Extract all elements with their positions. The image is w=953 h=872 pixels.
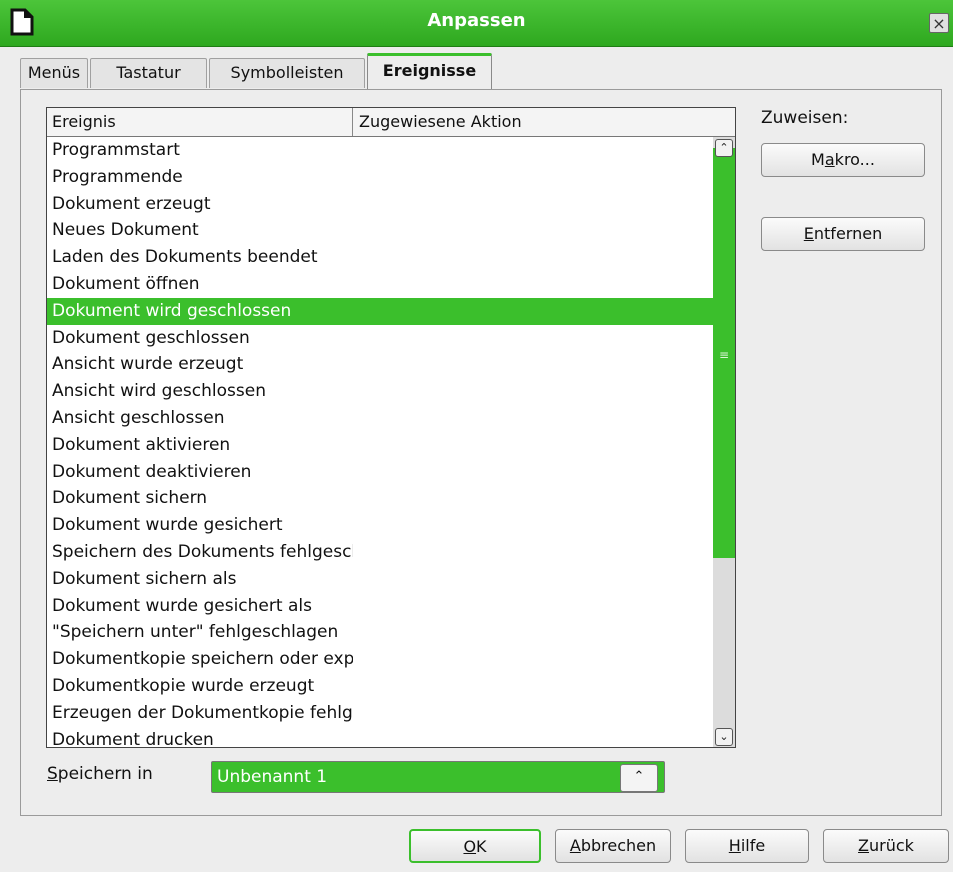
table-row[interactable]: Ansicht geschlossen [47,405,713,432]
remove-button-mnemonic: E [803,224,814,243]
save-in-mnemonic: S [47,764,58,784]
event-name-cell: Dokument sichern [52,488,208,509]
ok-label-rest: K [476,837,487,856]
event-name-cell: Dokument deaktivieren [52,461,252,482]
event-name-cell: Dokument wurde gesichert als [52,595,312,616]
table-row[interactable]: Dokument wurde gesichert [47,512,713,539]
event-name-cell: Ansicht geschlossen [52,407,225,428]
remove-button-label-end: ntfernen [813,224,883,243]
event-name-cell: Ansicht wurde erzeugt [52,354,244,375]
table-row[interactable]: Dokumentkopie speichern oder exportieren [47,646,713,673]
table-row[interactable]: Dokument sichern [47,485,713,512]
scrollbar-thumb[interactable]: ≡ [713,148,735,558]
title-bar: Anpassen × [0,0,953,47]
cancel-mnemonic: A [569,836,581,855]
event-name-cell: Neues Dokument [52,220,199,241]
list-header: Ereignis Zugewiesene Aktion [47,108,735,137]
cancel-label-rest: bbrechen [580,836,657,855]
tab-toolbars[interactable]: Symbolleisten [209,58,365,88]
back-label-rest: urück [869,836,914,855]
cancel-button[interactable]: Abbrechen [555,829,671,863]
event-name-cell: Dokument geschlossen [52,327,250,348]
table-row[interactable]: Laden des Dokuments beendet [47,244,713,271]
table-row[interactable]: Ansicht wird geschlossen [47,378,713,405]
help-button[interactable]: Hilfe [685,829,809,863]
event-name-cell: Dokument wurde gesichert [52,515,283,536]
table-row[interactable]: Programmende [47,164,713,191]
vertical-scrollbar[interactable]: ≡ ⌃ ⌄ [713,137,735,747]
save-in-label-rest: peichern in [57,764,153,784]
event-name-cell: "Speichern unter" fehlgeschlagen [52,622,339,643]
tab-menus[interactable]: Menüs [20,58,88,88]
column-header-assigned-action[interactable]: Zugewiesene Aktion [354,108,735,136]
event-name-cell: Dokument öffnen [52,273,200,294]
ok-mnemonic: O [463,837,477,856]
table-row[interactable]: Erzeugen der Dokumentkopie fehlgeschlage… [47,700,713,727]
scroll-down-icon[interactable]: ⌄ [715,728,733,746]
macro-button[interactable]: Makro... [761,143,925,177]
event-name-cell: Dokument erzeugt [52,193,211,214]
table-row[interactable]: Dokument geschlossen [47,325,713,352]
table-row[interactable]: Dokument sichern als [47,566,713,593]
event-name-cell: Dokument sichern als [52,568,237,589]
event-name-cell: Dokumentkopie wurde erzeugt [52,675,315,696]
scroll-up-icon[interactable]: ⌃ [715,139,733,157]
column-header-event[interactable]: Ereignis [47,108,353,136]
event-name-cell: Dokument aktivieren [52,434,231,455]
events-list[interactable]: Ereignis Zugewiesene Aktion Programmstar… [46,107,736,748]
macro-button-label-start: M [811,150,825,169]
table-row[interactable]: Dokument erzeugt [47,191,713,218]
tab-keyboard[interactable]: Tastatur [90,58,207,88]
ok-button[interactable]: OK [409,829,541,863]
back-button[interactable]: Zurück [823,829,949,863]
table-row[interactable]: Programmstart [47,137,713,164]
table-row[interactable]: Dokument öffnen [47,271,713,298]
event-name-cell: Programmende [52,166,183,187]
table-row[interactable]: Ansicht wurde erzeugt [47,351,713,378]
event-name-cell: Ansicht wird geschlossen [52,381,266,402]
table-row[interactable]: Dokument aktivieren [47,432,713,459]
save-in-label: Speichern in [47,764,153,784]
save-in-select[interactable]: Unbenannt 1 ⌃ [211,761,665,793]
table-row[interactable]: Dokument drucken [47,727,713,748]
macro-button-label-end: kro... [834,150,875,169]
assign-label: Zuweisen: [761,108,849,128]
tab-events[interactable]: Ereignisse [367,53,492,90]
event-name-cell: Dokumentkopie speichern oder exportieren [52,649,353,670]
event-name-cell: Dokument drucken [52,729,214,748]
close-icon[interactable]: × [929,13,949,33]
table-row[interactable]: Dokument wird geschlossen [47,297,713,325]
table-row[interactable]: Dokumentkopie wurde erzeugt [47,673,713,700]
grip-icon: ≡ [719,348,730,362]
event-name-cell: Laden des Dokuments beendet [52,247,318,268]
save-in-value: Unbenannt 1 [217,767,328,787]
table-row[interactable]: Dokument deaktivieren [47,459,713,486]
table-row[interactable]: Speichern des Dokuments fehlgeschlagen [47,539,713,566]
help-mnemonic: H [728,836,741,855]
table-row[interactable]: "Speichern unter" fehlgeschlagen [47,619,713,646]
window-title: Anpassen [427,10,526,31]
macro-button-mnemonic: a [824,150,835,169]
events-rows: Programmstart Programmende Dokument erzeug… [47,137,713,748]
event-name-cell: Speichern des Dokuments fehlgeschlagen [52,541,353,562]
table-row[interactable]: Dokument wurde gesichert als [47,593,713,620]
event-name-cell: Erzeugen der Dokumentkopie fehlgeschlage… [52,702,353,723]
event-name-cell: Dokument wird geschlossen [52,300,292,321]
remove-button[interactable]: Entfernen [761,217,925,251]
updown-icon[interactable]: ⌃ [620,764,658,792]
help-label-rest: ilfe [740,836,766,855]
back-mnemonic: Z [858,836,870,855]
event-name-cell: Programmstart [52,140,180,160]
table-row[interactable]: Neues Dokument [47,217,713,244]
